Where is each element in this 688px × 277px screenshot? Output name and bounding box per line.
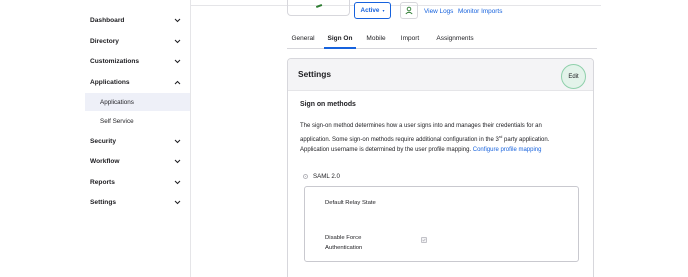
settings-title: Settings	[298, 69, 332, 79]
edit-button-label: Edit	[568, 73, 579, 80]
saml-label: SAML 2.0	[313, 173, 340, 180]
saml-settings-box: Default Relay State Disable Force Authen…	[304, 186, 579, 262]
default-relay-state-label: Default Relay State	[325, 200, 376, 206]
user-sync-icon	[404, 2, 414, 20]
tab-bar: General Sign On Mobile Import Assignment…	[287, 32, 597, 49]
caret-down-icon: ▾	[382, 8, 385, 13]
sidebar: Dashboard Directory Customizations Appli…	[0, 0, 191, 277]
sidebar-item-label: Reports	[90, 178, 115, 186]
username-text: Application username is determined by th…	[300, 147, 472, 153]
tab-label: Import	[400, 35, 420, 42]
status-dropdown-button[interactable]: Active ▾	[354, 2, 391, 19]
push-groups-button[interactable]	[400, 2, 418, 19]
disable-force-auth-checkbox[interactable]	[421, 237, 427, 243]
configure-profile-mapping-link[interactable]: Configure profile mapping	[473, 147, 542, 153]
chevron-down-icon	[173, 37, 181, 45]
tab-label: General	[291, 35, 315, 42]
radio-button-icon[interactable]	[303, 174, 308, 179]
username-mapping-text: Application username is determined by th…	[300, 145, 585, 156]
sidebar-subitem-label: Self Service	[100, 117, 134, 125]
tab-general[interactable]: General	[291, 32, 315, 49]
sidebar-item-customizations[interactable]: Customizations	[85, 51, 190, 71]
sidebar-item-settings[interactable]: Settings	[85, 192, 190, 212]
chevron-down-icon	[173, 157, 181, 165]
chevron-down-icon	[173, 137, 181, 145]
sidebar-item-label: Customizations	[90, 57, 140, 65]
tab-assignments[interactable]: Assignments	[434, 32, 476, 49]
chevron-up-icon	[173, 78, 181, 86]
tab-label: Sign On	[327, 35, 353, 42]
sidebar-item-applications[interactable]: Applications	[85, 72, 190, 92]
sign-on-methods-title: Sign on methods	[300, 101, 356, 108]
disable-force-auth-label: Disable Force Authentication	[325, 233, 362, 253]
tab-label: Assignments	[436, 35, 474, 42]
sidebar-item-reports[interactable]: Reports	[85, 172, 190, 192]
sidebar-item-label: Directory	[90, 37, 119, 45]
sidebar-item-dashboard[interactable]: Dashboard	[85, 10, 190, 30]
description-line: application. Some sign-on methods requir…	[300, 132, 585, 146]
settings-panel-header: Settings Edit	[288, 59, 593, 91]
sidebar-item-label: Applications	[90, 78, 130, 86]
description-text: application. Some sign-on methods requir…	[300, 136, 499, 143]
sidebar-item-workflow[interactable]: Workflow	[85, 151, 190, 171]
edit-button[interactable]: Edit	[561, 64, 586, 89]
settings-panel: Settings Edit Sign on methods The sign-o…	[287, 58, 594, 277]
monitor-imports-link[interactable]: Monitor Imports	[458, 8, 502, 15]
sidebar-item-security[interactable]: Security	[85, 131, 190, 151]
status-label: Active	[360, 7, 380, 14]
sidebar-subitem-label: Applications	[100, 98, 134, 106]
chevron-down-icon	[173, 16, 181, 24]
tab-label: Mobile	[366, 35, 386, 42]
tab-import[interactable]: Import	[398, 32, 422, 49]
view-logs-link[interactable]: View Logs	[424, 8, 453, 15]
chevron-down-icon	[173, 198, 181, 206]
sidebar-subitem-applications[interactable]: Applications	[85, 93, 190, 111]
header-divider	[191, 5, 601, 6]
app-logo-mark	[315, 4, 323, 8]
tab-sign-on[interactable]: Sign On	[324, 32, 356, 49]
tab-mobile[interactable]: Mobile	[364, 32, 388, 49]
sidebar-item-label: Settings	[90, 198, 117, 206]
sidebar-item-label: Workflow	[90, 157, 120, 165]
label-line: Authentication	[325, 245, 363, 251]
checkmark-icon	[422, 238, 426, 242]
sidebar-item-label: Security	[90, 137, 117, 145]
sidebar-item-label: Dashboard	[90, 16, 125, 24]
description-line: The sign-on method determines how a user…	[300, 123, 542, 129]
label-line: Disable Force	[325, 235, 362, 241]
chevron-down-icon	[173, 178, 181, 186]
saml-option[interactable]: SAML 2.0	[303, 173, 340, 180]
app-logo-card	[287, 0, 350, 16]
chevron-down-icon	[173, 57, 181, 65]
sidebar-subitem-self-service[interactable]: Self Service	[85, 112, 190, 130]
sidebar-item-directory[interactable]: Directory	[85, 31, 190, 51]
sign-on-description: The sign-on method determines how a user…	[300, 121, 585, 145]
description-text: party application.	[502, 136, 550, 143]
